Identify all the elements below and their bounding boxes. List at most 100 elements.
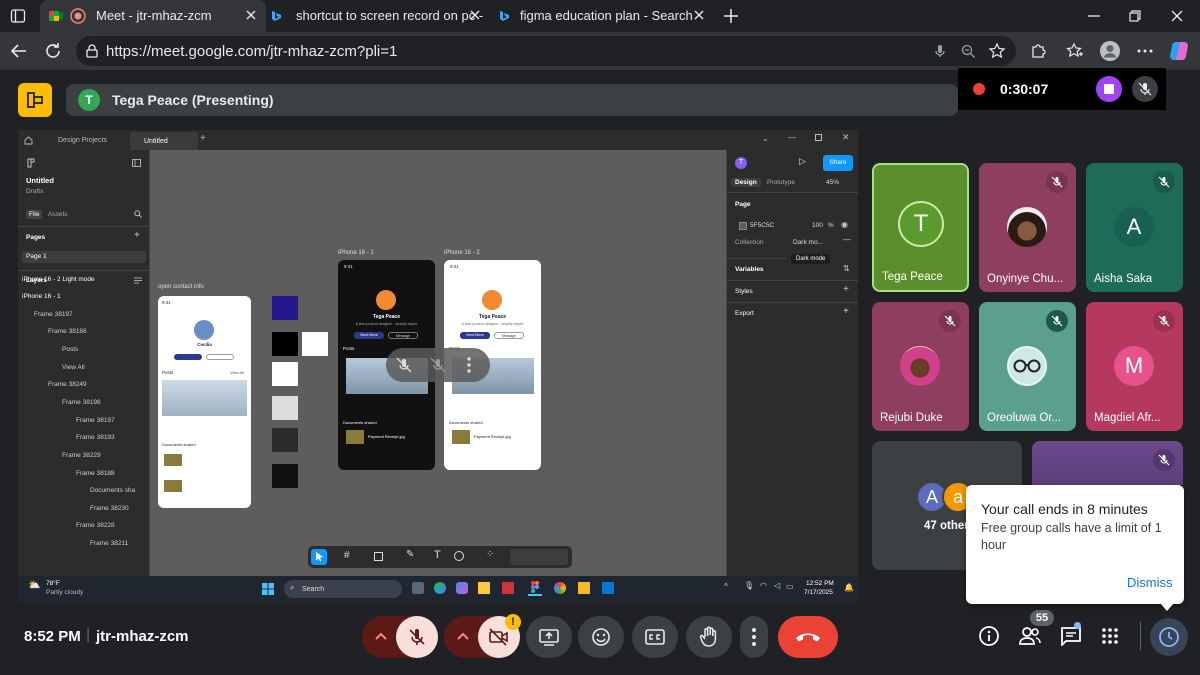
figma-menu-icon[interactable] xyxy=(26,158,36,168)
leave-call-button[interactable] xyxy=(778,616,838,658)
figma-search-icon[interactable] xyxy=(134,210,142,218)
tab-meet[interactable]: Meet - jtr-mhaz-zcm xyxy=(40,0,266,32)
add-page-icon[interactable]: + xyxy=(134,230,140,241)
microphone-icon[interactable] xyxy=(932,43,948,59)
chat-icon[interactable] xyxy=(1060,626,1082,646)
layer-item[interactable]: Frame 38197 xyxy=(18,311,148,318)
copilot-icon[interactable] xyxy=(1168,40,1190,62)
reactions-button[interactable] xyxy=(578,616,624,658)
layer-item[interactable]: iPhone 16 - 2 Light mode xyxy=(18,276,148,283)
layer-item[interactable]: Posts xyxy=(18,346,148,353)
prototype-tab[interactable]: Prototype xyxy=(767,179,795,186)
minimize-icon[interactable] xyxy=(1087,9,1101,23)
figma-close-icon[interactable]: ✕ xyxy=(842,132,850,143)
contact-frame[interactable]: 9:41 Cecilia Posts View All Documents sh… xyxy=(158,296,251,508)
actions-tool-icon[interactable]: ⁘ xyxy=(486,549,494,560)
figma-tab-projects[interactable]: Design Projects xyxy=(38,132,134,148)
page-opacity[interactable]: 100 xyxy=(812,222,823,229)
call-timer-button[interactable] xyxy=(1150,618,1188,656)
url-field[interactable]: https://meet.google.com/jtr-mhaz-zcm?pli… xyxy=(76,36,1016,66)
close-tab-icon[interactable] xyxy=(468,8,482,22)
edge-icon[interactable] xyxy=(434,582,446,594)
chevron-down-icon[interactable]: ⌄ xyxy=(762,134,769,143)
dev-mode-toggle[interactable] xyxy=(510,549,568,565)
battery-icon[interactable]: ▭ xyxy=(786,582,794,591)
user-avatar[interactable]: T xyxy=(735,157,747,169)
move-tool-button[interactable] xyxy=(311,549,327,565)
chrome-icon[interactable] xyxy=(554,582,566,594)
participant-tile-rejubi[interactable]: Rejubi Duke xyxy=(872,302,969,431)
close-window-icon[interactable] xyxy=(1170,9,1184,23)
mic-off-icon[interactable] xyxy=(396,357,412,373)
participant-tile-onyinye[interactable]: Onyinye Chu... xyxy=(979,163,1076,292)
close-tab-icon[interactable] xyxy=(692,8,706,22)
color-swatch-near-black[interactable] xyxy=(272,464,298,488)
layer-item[interactable]: Frame 38193 xyxy=(18,434,148,441)
figma-file-name[interactable]: Untitled xyxy=(26,176,54,185)
favorite-star-icon[interactable] xyxy=(988,42,1006,60)
figma-canvas[interactable]: open contact info iPhone 16 - 1 iPhone 1… xyxy=(150,150,858,576)
visibility-eye-icon[interactable]: ◉ xyxy=(841,220,848,229)
participant-tile-partial[interactable] xyxy=(1032,441,1183,485)
favorites-icon[interactable] xyxy=(1066,42,1084,60)
presentation-mode-button[interactable] xyxy=(18,83,52,117)
camera-options-chevron-up-icon[interactable] xyxy=(456,631,470,641)
participant-tile-aisha[interactable]: A Aisha Saka xyxy=(1086,163,1183,292)
present-play-icon[interactable]: ▷ xyxy=(799,156,806,167)
extensions-icon[interactable] xyxy=(1029,42,1047,60)
mic-toggle-button[interactable] xyxy=(396,616,438,658)
color-swatch-indigo[interactable] xyxy=(272,296,298,320)
layer-item[interactable]: Frame 38188 xyxy=(18,470,148,477)
layer-item[interactable]: View All xyxy=(18,364,148,371)
figma-maximize-icon[interactable] xyxy=(815,134,822,141)
layer-item[interactable]: Frame 38197 xyxy=(18,417,148,424)
zoom-level[interactable]: 45% xyxy=(826,179,839,186)
layer-item[interactable]: Frame 38198 xyxy=(18,399,148,406)
file-explorer-icon[interactable] xyxy=(478,582,490,594)
share-button[interactable]: Share xyxy=(823,155,853,171)
layer-item[interactable]: Frame 38211 xyxy=(18,540,148,547)
stop-recording-button[interactable] xyxy=(1096,76,1122,102)
dismiss-button[interactable]: Dismiss xyxy=(1127,575,1173,590)
layer-item[interactable]: Frame 38228 xyxy=(18,522,148,529)
site-info-icon[interactable] xyxy=(84,43,100,59)
captions-button[interactable] xyxy=(632,616,678,658)
layer-item[interactable]: Frame 38249 xyxy=(18,381,148,388)
color-swatch-white-2[interactable] xyxy=(272,362,298,386)
color-swatch-charcoal[interactable] xyxy=(272,428,298,452)
tray-chevron-up-icon[interactable]: ^ xyxy=(724,582,728,591)
figma-assets-tab[interactable]: Assets xyxy=(48,211,68,218)
taskbar-search[interactable]: ⌕ Search xyxy=(284,580,402,598)
copilot-taskbar-icon[interactable] xyxy=(456,582,468,594)
frame-tool-icon[interactable]: # xyxy=(344,550,350,561)
tray-mic-icon[interactable]: 🎙 xyxy=(744,581,754,590)
figma-page-item[interactable]: Page 1 xyxy=(22,251,146,263)
figma-new-tab-icon[interactable]: + xyxy=(200,133,206,144)
layer-item[interactable]: Frame 38230 xyxy=(18,505,148,512)
meeting-info-icon[interactable] xyxy=(978,625,1000,647)
app-icon[interactable] xyxy=(502,582,514,594)
participant-tile-tega[interactable]: T Tega Peace xyxy=(872,163,969,292)
tab-search-figma[interactable]: figma education plan - Search xyxy=(490,0,714,32)
figma-minimize-icon[interactable]: — xyxy=(788,133,796,142)
close-tab-icon[interactable] xyxy=(244,8,258,22)
page-color-chip[interactable] xyxy=(739,222,747,230)
participant-tile-magdiel[interactable]: M Magdiel Afr... xyxy=(1086,302,1183,431)
activities-grid-icon[interactable] xyxy=(1102,628,1118,644)
restore-icon[interactable] xyxy=(1128,9,1142,23)
mic-options-chevron-up-icon[interactable] xyxy=(374,631,388,641)
add-style-icon[interactable]: + xyxy=(843,284,849,295)
comment-tool-icon[interactable] xyxy=(454,551,464,561)
volume-icon[interactable]: ◁ xyxy=(774,581,780,590)
color-swatch-black[interactable] xyxy=(272,332,298,356)
page-color-hex[interactable]: 5F5C5C xyxy=(750,222,774,229)
present-screen-button[interactable] xyxy=(526,616,572,658)
shape-tool-icon[interactable] xyxy=(374,552,383,561)
raise-hand-button[interactable] xyxy=(686,616,732,658)
participant-tile-oreoluwa[interactable]: Oreoluwa Or... xyxy=(979,302,1076,431)
windows-start-icon[interactable] xyxy=(262,583,274,595)
people-icon[interactable] xyxy=(1018,625,1042,647)
remove-icon[interactable]: — xyxy=(843,235,851,244)
pen-tool-icon[interactable]: ✎ xyxy=(406,549,414,560)
figma-taskbar-icon[interactable] xyxy=(528,580,542,596)
